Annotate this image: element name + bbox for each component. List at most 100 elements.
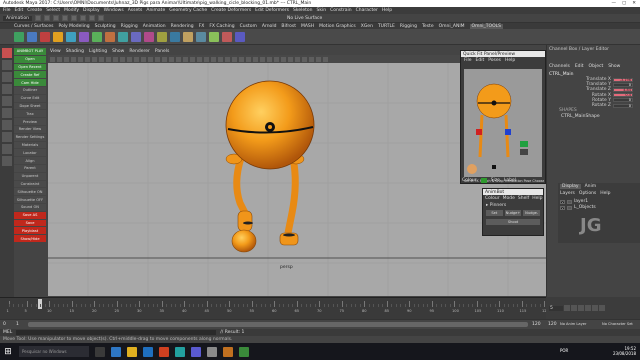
range-inner-start[interactable]: 1 [16, 322, 19, 327]
viewport-tool-5-icon[interactable] [78, 56, 83, 62]
layer-visibility-toggle[interactable]: V [560, 199, 565, 204]
menu-edit-deformers[interactable]: Edit Deformers [255, 8, 289, 13]
viewport-tool-38-icon[interactable] [309, 56, 314, 62]
pose-menu-file[interactable]: File [464, 58, 472, 63]
layer-name[interactable]: L_Objects [574, 205, 596, 210]
shelf-tool-1-icon[interactable] [14, 31, 24, 42]
menu-constrain[interactable]: Constrain [330, 8, 352, 13]
file-icon[interactable] [34, 15, 41, 21]
menu-modify[interactable]: Modify [64, 8, 79, 13]
animbot-panel[interactable]: AnimBot Colour Mode Shelf Help ▸ Pinners Se… [482, 188, 544, 236]
range-inner-end[interactable]: 120 [532, 322, 541, 327]
redo-icon[interactable] [61, 15, 68, 21]
attr-value-rotate-z[interactable]: 0 [613, 103, 633, 108]
shelf-tab-sculpting[interactable]: Sculpting [95, 24, 116, 29]
custom-button-parent[interactable]: Parent [14, 164, 46, 172]
menu-edit[interactable]: Edit [15, 8, 24, 13]
pinners-section[interactable]: ▸ Pinners [483, 202, 543, 209]
set-button[interactable]: Set [486, 210, 503, 216]
edge-icon[interactable] [111, 346, 121, 357]
custom-button-trax[interactable]: Trax [14, 110, 46, 118]
shelf-tab-fx-caching[interactable]: FX Caching [209, 24, 234, 29]
viewport-tool-18-icon[interactable] [169, 56, 174, 62]
custom-button-align[interactable]: Align [14, 157, 46, 164]
shelf-tab-teste[interactable]: Teste [422, 24, 434, 29]
custom-button-open[interactable]: Open [14, 55, 46, 63]
custom-button-playblast[interactable]: Playblast [14, 227, 46, 235]
menu-assets[interactable]: Assets [128, 8, 143, 13]
viewport-tool-12-icon[interactable] [127, 56, 132, 62]
menu-file[interactable]: File [3, 8, 11, 13]
shape-name[interactable]: CTRL_MainShape [561, 114, 600, 119]
channel-tab-object[interactable]: Object [589, 64, 604, 69]
custom-button-show-hide[interactable]: Show/Hide [14, 235, 46, 242]
shelf-tool-18-icon[interactable] [235, 31, 245, 42]
layer-menu-layers[interactable]: Layers [560, 191, 575, 196]
pose-preview-image[interactable] [464, 69, 542, 177]
taskbar-search[interactable]: Pesquisar no Windows [19, 346, 89, 357]
viewport-tool-32-icon[interactable] [267, 56, 272, 62]
menu-windows[interactable]: Windows [104, 8, 124, 13]
viewport-menu-shading[interactable]: Shading [66, 49, 84, 54]
custom-button-locator[interactable]: Locator [14, 149, 46, 157]
viewport-tool-11-icon[interactable] [120, 56, 125, 62]
range-slider[interactable] [28, 322, 528, 327]
shelf-tab-omni-tools[interactable]: Omni_TOOLS [469, 23, 504, 29]
play-back-icon[interactable] [578, 305, 584, 311]
back-foot[interactable] [237, 210, 253, 232]
minimize-button[interactable]: — [611, 1, 616, 6]
paint-select-icon[interactable] [2, 72, 12, 82]
shelf-tool-11-icon[interactable] [144, 31, 154, 42]
viewport-tool-16-icon[interactable] [155, 56, 160, 62]
nudge-minus-button[interactable]: Nudge- [523, 210, 541, 216]
time-slider[interactable]: 1 5 10 15 20 25 30 35 40 45 50 55 60 65 70 75 80 85 90 95 10… [0, 297, 549, 319]
menu-create[interactable]: Create [27, 8, 42, 13]
viewport-tool-21-icon[interactable] [190, 56, 195, 62]
shelf-tool-15-icon[interactable] [196, 31, 206, 42]
pose-preview-panel[interactable]: Quick Fit Panel/Preview File Edit Poses Hel… [460, 50, 546, 184]
back-upper-leg[interactable] [233, 156, 249, 215]
custom-button-render-view[interactable]: Render View [14, 125, 46, 133]
custom-button-curve-edit[interactable]: Curve Edit [14, 94, 46, 102]
custom-button-silhouette-off[interactable]: Silhouette OFF [14, 196, 46, 203]
menu-character[interactable]: Character [356, 8, 378, 13]
back-hoof[interactable] [231, 229, 257, 253]
app-icon-4[interactable] [239, 346, 249, 357]
shelf-tab-rigging[interactable]: Rigging [121, 24, 138, 29]
layout-outliner-icon[interactable] [2, 156, 12, 166]
shelf-tool-12-icon[interactable] [157, 31, 167, 42]
attr-label-rotate-z[interactable]: Rotate Z [571, 103, 611, 108]
layer-template-toggle[interactable] [567, 199, 572, 204]
viewport-menu-panels[interactable]: Panels [155, 49, 169, 54]
channel-tab-edit[interactable]: Edit [575, 64, 584, 69]
snap-grid-icon[interactable] [79, 15, 86, 21]
undo-icon[interactable] [52, 15, 59, 21]
viewport-tool-13-icon[interactable] [134, 56, 139, 62]
viewport-tool-27-icon[interactable] [232, 56, 237, 62]
menu-create-deformers[interactable]: Create Deformers [211, 8, 251, 13]
menu-animate[interactable]: Animate [146, 8, 165, 13]
shelf-tab-bifrost[interactable]: Bifrost [281, 24, 296, 29]
file-explorer-icon[interactable] [127, 346, 137, 357]
layer-visibility-toggle[interactable]: V [560, 205, 565, 210]
select-tool-icon[interactable] [2, 48, 12, 58]
colour-swatch[interactable] [480, 178, 487, 183]
menu-skin[interactable]: Skin [316, 8, 326, 13]
app-icon-2[interactable] [207, 346, 217, 357]
pose-menu-poses[interactable]: Poses [488, 58, 501, 63]
viewport-tool-9-icon[interactable] [106, 56, 111, 62]
attr-value-translate-x[interactable]: -3.196 [613, 77, 633, 82]
viewport-tool-31-icon[interactable] [260, 56, 265, 62]
snap-curve-icon[interactable] [88, 15, 95, 21]
shelf-tool-2-icon[interactable] [27, 31, 37, 42]
shelf-tool-5-icon[interactable] [66, 31, 76, 42]
go-start-icon[interactable] [564, 305, 570, 311]
step-forward-icon[interactable] [592, 305, 598, 311]
viewport-tool-29-icon[interactable] [246, 56, 251, 62]
pose-menu-help[interactable]: Help [505, 58, 515, 63]
attr-value-translate-z[interactable]: 4.84 [613, 87, 633, 92]
custom-button-silhouette-on[interactable]: Silhouette ON [14, 188, 46, 196]
shelf-tool-8-icon[interactable] [105, 31, 115, 42]
viewport-menu-show[interactable]: Show [112, 49, 124, 54]
shelf-tool-16-icon[interactable] [209, 31, 219, 42]
